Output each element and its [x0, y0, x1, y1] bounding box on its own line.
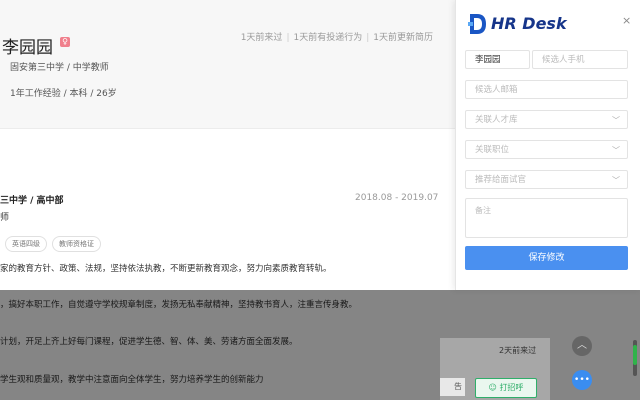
profile-header: 李园园 ♀ 固安第三中学 / 中学教师 1年工作经验 / 本科 / 26岁 1天…: [0, 0, 455, 129]
candidate-info: 1年工作经验 / 本科 / 26岁: [10, 89, 117, 99]
candidate-name: 李园园: [2, 38, 53, 58]
work-role: 师: [0, 213, 10, 223]
last-apply: 1天前有投递行为: [293, 33, 363, 43]
skill-tag: 英语四级: [5, 236, 47, 252]
email-field[interactable]: 候选人邮箱: [465, 80, 628, 99]
interviewer-select[interactable]: 推荐给面试官 ﹀: [465, 170, 628, 189]
chevron-down-icon: ﹀: [612, 116, 620, 125]
chat-icon: ☺: [488, 383, 497, 392]
hr-desk-logo-icon: [468, 14, 486, 34]
message-icon[interactable]: •••: [572, 370, 592, 390]
brand-name: HR Desk: [491, 14, 567, 33]
name-field[interactable]: 李园园: [465, 50, 530, 69]
greet-label: 打招呼: [499, 383, 524, 392]
phone-field[interactable]: 候选人手机: [532, 50, 628, 69]
card-left-button[interactable]: 告: [440, 378, 465, 396]
scrollbar-thumb[interactable]: [633, 345, 637, 365]
chevron-down-icon: ﹀: [612, 176, 620, 185]
work-description-line: 家的教育方针、政策、法规，坚持依法执教，不断更新教育观念，努力向素质教育转轨。: [0, 264, 332, 274]
greet-button[interactable]: ☺ 打招呼: [475, 378, 537, 398]
talent-pool-label: 关联人才库: [475, 115, 518, 125]
position-select[interactable]: 关联职位 ﹀: [465, 140, 628, 159]
activity-status: 1天前来过 | 1天前有投递行为 | 1天前更新简历: [240, 33, 433, 43]
work-experience-date: 2018.08 - 2019.07: [355, 193, 439, 203]
talent-pool-select[interactable]: 关联人才库 ﹀: [465, 110, 628, 129]
skill-tag: 教师资格证: [52, 236, 101, 252]
note-textarea[interactable]: 备注: [465, 198, 628, 238]
last-visit: 1天前来过: [240, 33, 283, 43]
save-button[interactable]: 保存修改: [465, 246, 628, 270]
chevron-down-icon: ﹀: [612, 146, 620, 155]
candidate-job: 固安第三中学 / 中学教师: [10, 63, 109, 73]
interviewer-label: 推荐给面试官: [475, 175, 527, 185]
work-experience-title: 三中学 / 高中部: [0, 196, 64, 206]
hr-desk-panel: HR Desk × 李园园 候选人手机 候选人邮箱 关联人才库 ﹀ 关联职位 ﹀…: [455, 0, 640, 290]
close-icon[interactable]: ×: [622, 14, 631, 27]
position-label: 关联职位: [475, 145, 510, 155]
female-icon: ♀: [60, 37, 70, 47]
last-update: 1天前更新简历: [373, 33, 433, 43]
card-last-visit: 2天前来过: [499, 346, 537, 355]
scroll-top-icon[interactable]: ︿: [572, 336, 592, 356]
